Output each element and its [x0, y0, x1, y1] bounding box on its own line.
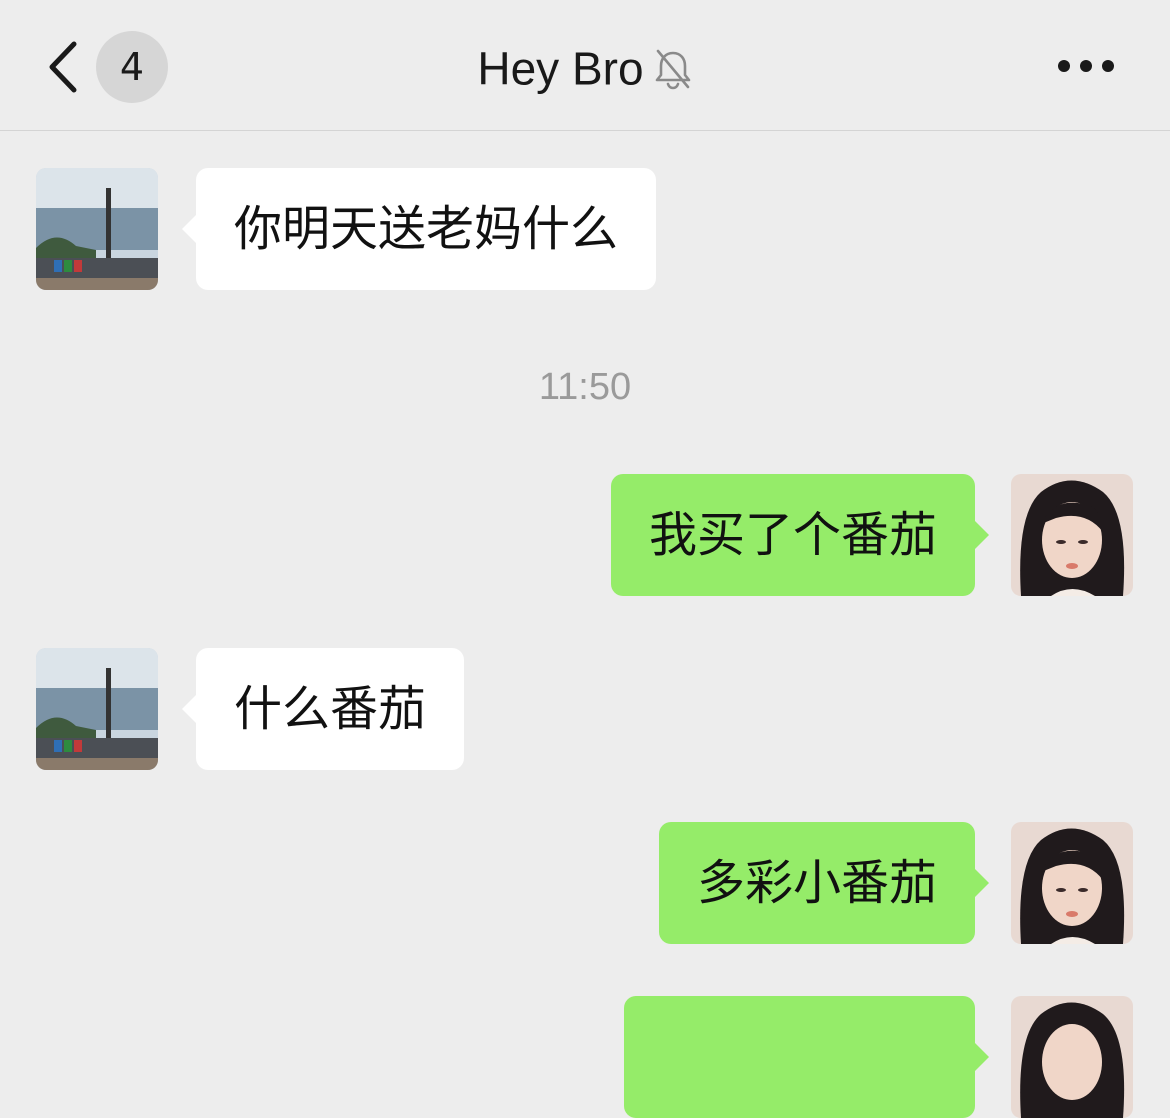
outgoing-message-bubble[interactable] — [624, 996, 989, 1118]
chat-title-area: Hey Bro — [0, 36, 1170, 100]
outgoing-message-bubble[interactable]: 多彩小番茄 — [658, 822, 990, 944]
my-avatar-image — [1011, 996, 1133, 1118]
chat-header: 4 Hey Bro — [0, 0, 1170, 131]
incoming-message-bubble[interactable]: 什么番茄 — [181, 648, 465, 770]
my-avatar[interactable] — [1011, 822, 1133, 944]
chat-title: Hey Bro — [477, 42, 644, 95]
contact-avatar-image — [36, 648, 158, 770]
my-avatar[interactable] — [1011, 474, 1133, 596]
my-avatar-image — [1011, 474, 1133, 596]
message-timestamp: 11:50 — [538, 366, 632, 408]
bell-slash-icon — [655, 49, 690, 89]
contact-avatar-image — [36, 168, 158, 290]
contact-avatar[interactable] — [36, 648, 158, 770]
incoming-message-bubble[interactable]: 你明天送老妈什么 — [181, 168, 657, 290]
contact-avatar[interactable] — [36, 168, 158, 290]
my-avatar[interactable] — [1011, 996, 1133, 1118]
more-dots-icon[interactable] — [1056, 52, 1116, 80]
my-avatar-image — [1011, 822, 1133, 944]
outgoing-message-bubble[interactable]: 我买了个番茄 — [610, 474, 990, 596]
